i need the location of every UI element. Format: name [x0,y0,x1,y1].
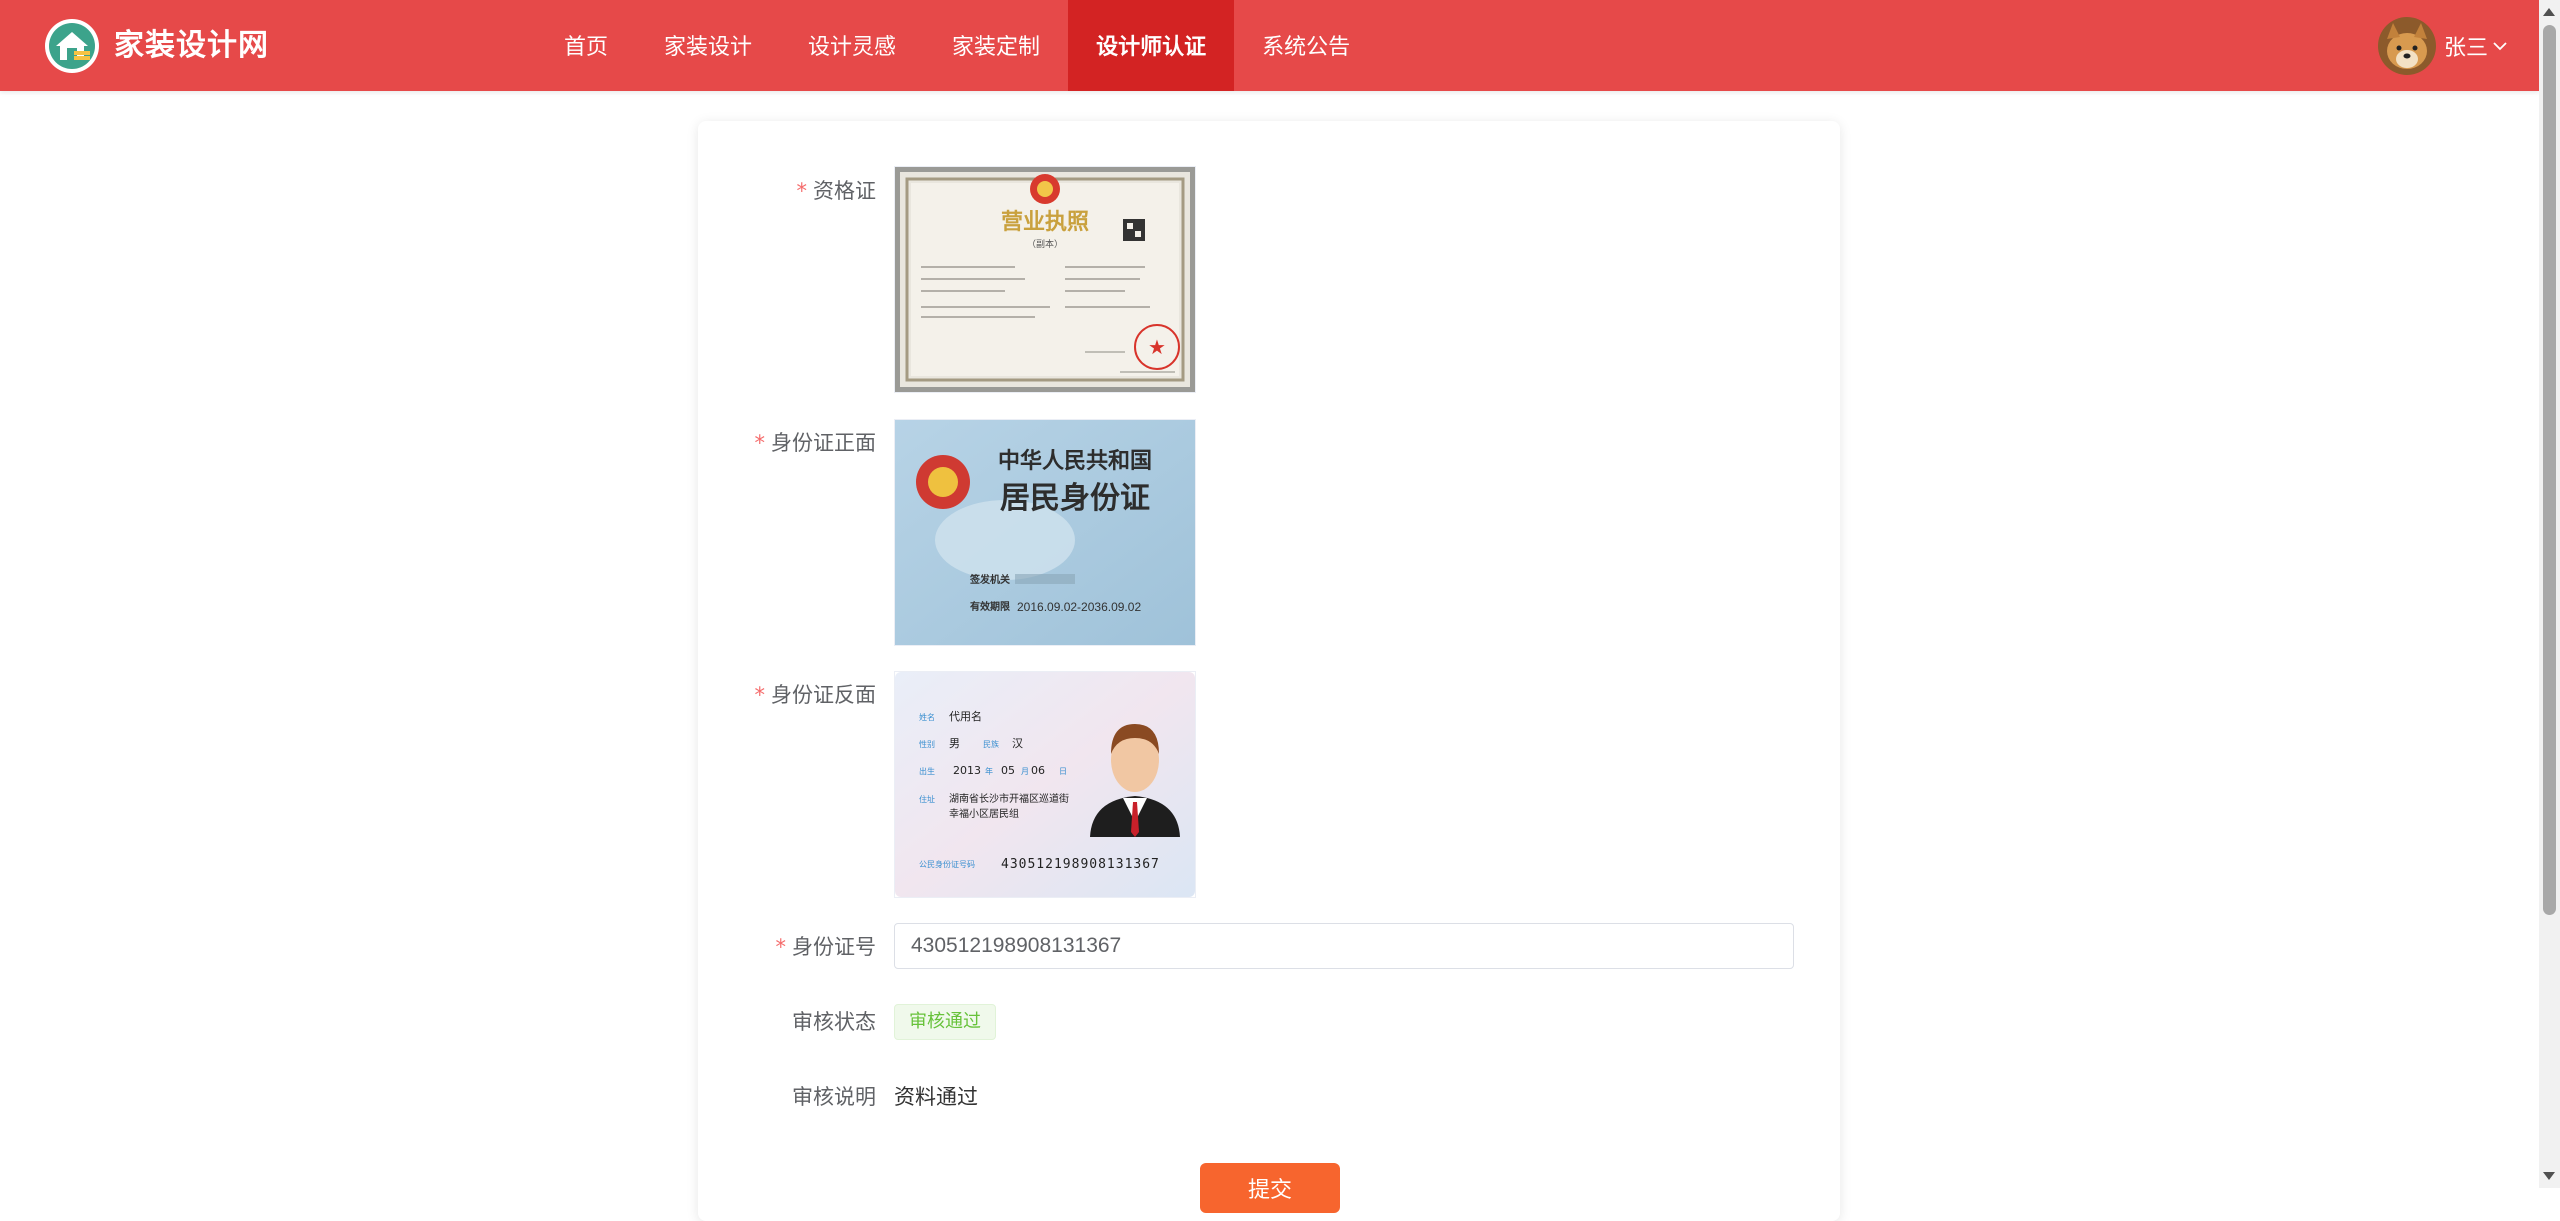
id-back-address-line2: 幸福小区居民组 [949,807,1019,820]
id-front-line1: 中华人民共和国 [998,448,1152,474]
id-front-image[interactable]: 中华人民共和国 居民身份证 签发机关 有效期限 2016.09.02-2036.… [894,419,1196,646]
id-back-label-text: 身份证反面 [771,683,876,707]
top-header: 家装设计网 首页 家装设计 设计灵感 家装定制 设计师认证 系统公告 张三 [0,0,2539,91]
avatar[interactable] [2378,17,2436,75]
id-front-label: * 身份证正面 [698,429,877,457]
id-front-issuer-label: 签发机关 [969,573,1010,586]
id-front-validity-label: 有效期限 [970,600,1011,613]
id-back-birth-label: 出生 [919,766,935,776]
id-card-back-image: 姓名 代用名 性别 男 民族 汉 出生 2013 年 05 月 06 日 住址 … [895,672,1195,897]
id-back-ethnic-label: 民族 [983,739,999,749]
user-name[interactable]: 张三 [2444,30,2488,62]
nav-announcements[interactable]: 系统公告 [1234,0,1378,91]
license-title: 营业执照 [1001,210,1089,235]
id-back-name-value: 代用名 [949,709,982,723]
svg-text:★: ★ [1148,335,1166,359]
chevron-down-icon[interactable] [2492,38,2508,54]
id-number-label: * 身份证号 [698,933,877,961]
qualification-label-text: 资格证 [813,179,876,203]
id-back-idno-value: 430512198908131367 [1001,857,1160,872]
id-front-label-text: 身份证正面 [771,431,876,455]
submit-button[interactable]: 提交 [1200,1163,1340,1213]
id-back-address-label: 住址 [919,794,935,804]
status-label: 审核状态 [792,1010,876,1034]
scroll-up-arrow-icon[interactable] [2543,8,2555,16]
id-back-sex-value: 男 [949,737,960,750]
dog-avatar-icon [2378,17,2436,75]
required-mark: * [775,935,787,959]
brand-title[interactable]: 家装设计网 [114,28,269,64]
nav-designer-certification[interactable]: 设计师认证 [1068,0,1235,91]
scroll-thumb[interactable] [2543,25,2556,915]
qualification-label: * 资格证 [698,177,877,205]
note-value: 资料通过 [894,1085,978,1109]
business-license-image: 营业执照 （副本） ★ [895,167,1195,392]
id-front-line2: 居民身份证 [1000,481,1150,516]
id-back-year-unit: 年 [985,766,993,776]
required-mark: * [754,431,766,455]
page-scrollbar[interactable] [2539,0,2560,1188]
id-back-day-unit: 日 [1059,767,1067,776]
house-logo-icon[interactable] [44,18,100,74]
certification-form-card: * 资格证 营业执照 （副本） ★ * 身份证正面 中华人民共和国 居民身份证 … [698,121,1840,1221]
nav-customization[interactable]: 家装定制 [924,0,1068,91]
scroll-down-arrow-icon[interactable] [2543,1172,2555,1180]
id-back-ethnic-value: 汉 [1012,737,1023,750]
main-nav: 首页 家装设计 设计灵感 家装定制 设计师认证 系统公告 [536,0,1378,91]
id-back-name-label: 姓名 [919,712,935,722]
id-back-birth-day: 06 [1031,764,1045,777]
id-back-idno-label: 公民身份证号码 [919,859,975,869]
qualification-image[interactable]: 营业执照 （副本） ★ [894,166,1196,393]
id-card-front-image: 中华人民共和国 居民身份证 签发机关 有效期限 2016.09.02-2036.… [895,420,1195,645]
nav-home-design[interactable]: 家装设计 [636,0,780,91]
license-subtitle: （副本） [1027,238,1063,250]
id-front-validity-value: 2016.09.02-2036.09.02 [1017,600,1141,614]
id-back-birth-month: 05 [1001,764,1015,777]
note-label: 审核说明 [792,1085,876,1109]
nav-inspiration[interactable]: 设计灵感 [780,0,924,91]
id-number-label-text: 身份证号 [792,935,876,959]
id-back-label: * 身份证反面 [698,681,877,709]
nav-home[interactable]: 首页 [536,0,636,91]
required-mark: * [796,179,808,203]
id-back-birth-year: 2013 [953,764,981,777]
id-back-month-unit: 月 [1021,767,1029,776]
status-badge: 审核通过 [894,1004,996,1040]
required-mark: * [754,683,766,707]
id-back-address-line1: 湖南省长沙市开福区巡道街 [949,792,1069,805]
id-back-sex-label: 性别 [919,739,935,749]
id-number-input[interactable] [894,923,1794,969]
user-menu[interactable]: 张三 [2378,17,2508,75]
id-back-image[interactable]: 姓名 代用名 性别 男 民族 汉 出生 2013 年 05 月 06 日 住址 … [894,671,1196,898]
